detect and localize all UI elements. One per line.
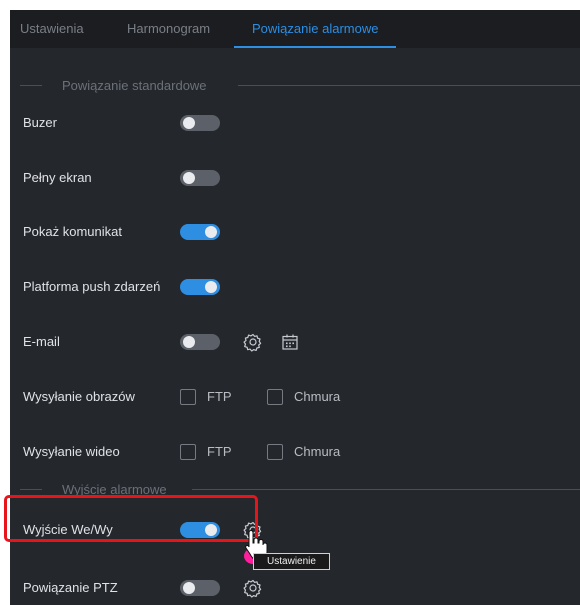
toggle-knob [183,336,195,348]
video-upload-cloud-label[interactable]: Chmura [294,437,340,467]
image-upload-label: Wysyłanie obrazów [23,389,135,404]
image-upload-cloud-checkbox[interactable] [267,389,283,405]
ptz-linkage-label: Powiązanie PTZ [23,580,118,595]
row-show-message: Pokaż komunikat [10,217,580,247]
ptz-linkage-toggle[interactable] [180,580,220,596]
show-message-toggle[interactable] [180,224,220,240]
toggle-knob [205,226,217,238]
toggle-knob [183,117,195,129]
tab-schedule[interactable]: Harmonogram [127,10,210,48]
gear-icon[interactable] [243,332,263,352]
buzzer-toggle[interactable] [180,115,220,131]
row-buzzer: Buzer [10,108,580,138]
divider [20,489,42,490]
divider [192,489,580,490]
row-video-upload: Wysyłanie wideo FTP Chmura [10,437,580,467]
fullscreen-toggle[interactable] [180,170,220,186]
divider [238,85,580,86]
email-toggle[interactable] [180,334,220,350]
row-email: E-mail [10,327,580,357]
row-fullscreen: Pełny ekran [10,163,580,193]
section-standard-linkage: Powiązanie standardowe [10,76,580,96]
calendar-icon[interactable] [280,332,300,352]
active-tab-indicator [234,46,396,48]
tooltip: Ustawienie [253,553,330,570]
row-push-platform: Platforma push zdarzeń [10,272,580,302]
fullscreen-label: Pełny ekran [23,170,92,185]
image-upload-ftp-label[interactable]: FTP [207,382,232,412]
video-upload-ftp-label[interactable]: FTP [207,437,232,467]
push-platform-toggle[interactable] [180,279,220,295]
image-upload-cloud-label[interactable]: Chmura [294,382,340,412]
gear-icon[interactable] [243,578,263,598]
image-upload-ftp-checkbox[interactable] [180,389,196,405]
tab-bar: Ustawienia Harmonogram Powiązanie alarmo… [10,10,580,48]
push-platform-label: Platforma push zdarzeń [23,279,161,294]
toggle-knob [205,281,217,293]
buzzer-label: Buzer [23,115,57,130]
video-upload-cloud-checkbox[interactable] [267,444,283,460]
row-ptz-linkage: Powiązanie PTZ [10,573,580,603]
tab-alarm-linkage[interactable]: Powiązanie alarmowe [252,10,378,48]
divider [20,85,42,86]
show-message-label: Pokaż komunikat [23,224,122,239]
toggle-knob [183,582,195,594]
tab-settings[interactable]: Ustawienia [20,10,84,48]
toggle-knob [183,172,195,184]
row-image-upload: Wysyłanie obrazów FTP Chmura [10,382,580,412]
section-title: Powiązanie standardowe [62,78,207,93]
highlight-box [4,495,258,542]
email-label: E-mail [23,334,60,349]
video-upload-label: Wysyłanie wideo [23,444,120,459]
video-upload-ftp-checkbox[interactable] [180,444,196,460]
